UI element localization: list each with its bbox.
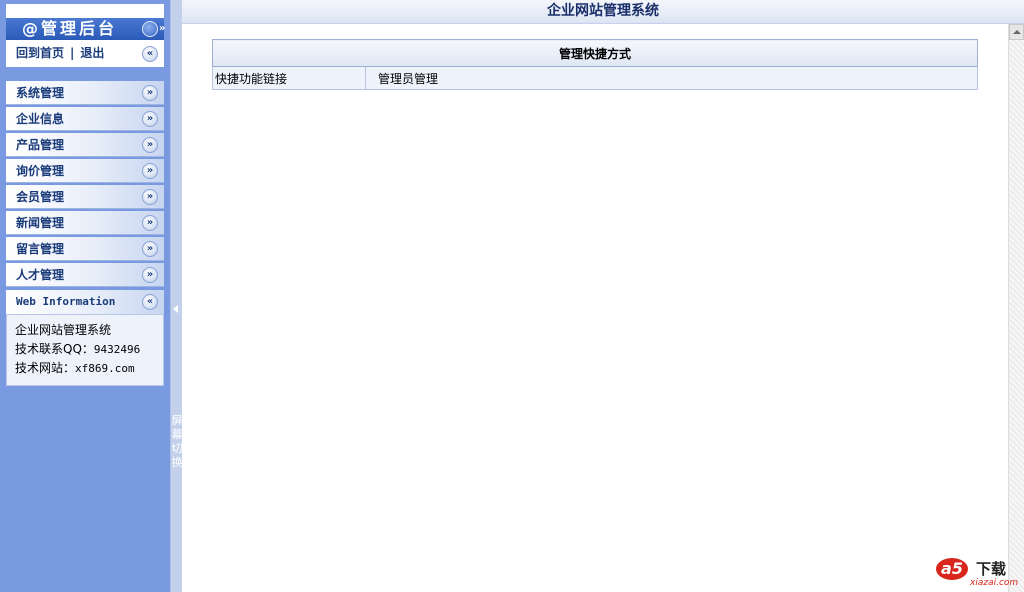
info-qq-label: 技术联系QQ：	[15, 342, 94, 356]
sidebar-item-label: 企业信息	[16, 112, 65, 126]
chevron-double-down-icon[interactable]: »	[142, 162, 158, 179]
sidebar-item-company-info[interactable]: 企业信息 »	[6, 107, 164, 131]
collapse-arrow-icon[interactable]	[173, 305, 178, 313]
collapse-sidebar-icon[interactable]: «	[142, 45, 158, 62]
chevron-double-down-icon[interactable]: »	[142, 110, 158, 127]
sidebar-header: @管理后台 »	[6, 18, 165, 40]
admin-management-link[interactable]: 管理员管理	[365, 66, 978, 90]
info-qq: 技术联系QQ：9432496	[15, 340, 163, 359]
main-content: 管理快捷方式 快捷功能链接 管理员管理	[182, 24, 1008, 592]
scrollbar-track[interactable]	[1009, 40, 1024, 592]
sidebar-item-messages[interactable]: 留言管理 »	[6, 237, 164, 261]
vertical-scrollbar[interactable]	[1008, 24, 1024, 592]
sidebar-item-products[interactable]: 产品管理 »	[6, 133, 164, 157]
chevron-double-down-icon[interactable]: »	[142, 240, 158, 257]
info-website-label: 技术网站：	[15, 361, 76, 375]
sidebar-item-members[interactable]: 会员管理 »	[6, 185, 164, 209]
chevron-double-down-icon[interactable]: »	[142, 84, 158, 101]
chevron-double-down-icon[interactable]: »	[142, 214, 158, 231]
sidebar-item-talent[interactable]: 人才管理 »	[6, 263, 164, 287]
chevron-double-down-icon[interactable]: »	[142, 136, 158, 153]
info-panel-body: 企业网站管理系统 技术联系QQ：9432496 技术网站：xf869.com	[6, 314, 164, 386]
sidebar-top-strip	[6, 4, 164, 18]
watermark-label: 下载	[976, 560, 1007, 578]
sidebar-item-label: 会员管理	[16, 190, 65, 204]
sidebar-item-label: 询价管理	[16, 164, 65, 178]
watermark-site: xiazai.com	[970, 578, 1019, 588]
info-panel-header[interactable]: Web Information «	[6, 290, 164, 314]
table-header-row: 管理快捷方式	[212, 39, 978, 67]
sidebar: @管理后台 » 回到首页 | 退出 « 系统管理 » 企业信息 » 产品管理 » 询…	[0, 0, 170, 592]
chevron-double-down-icon[interactable]: »	[142, 188, 158, 205]
sidebar-item-label: 系统管理	[16, 86, 65, 100]
sidebar-item-label: 产品管理	[16, 138, 65, 152]
sidebar-item-label: 人才管理	[16, 268, 65, 282]
screen-splitter[interactable]: 屏幕切换	[170, 0, 183, 592]
info-system-name: 企业网站管理系统	[15, 323, 112, 337]
sidebar-header-title: @管理后台	[22, 19, 118, 38]
sidebar-item-news[interactable]: 新闻管理 »	[6, 211, 164, 235]
scroll-up-icon[interactable]	[1009, 24, 1024, 40]
info-panel-title: Web Information	[16, 295, 116, 308]
watermark-logo: a5 下载 xiazai.com	[936, 554, 1018, 588]
sidebar-item-system[interactable]: 系统管理 »	[6, 81, 164, 105]
shortcut-table: 管理快捷方式 快捷功能链接 管理员管理	[212, 39, 978, 90]
sidebar-quick-links: 回到首页 | 退出 «	[6, 40, 164, 67]
info-website-value: xf869.com	[75, 362, 135, 375]
link-separator: |	[70, 46, 75, 60]
sidebar-item-inquiries[interactable]: 询价管理 »	[6, 159, 164, 183]
table-row: 快捷功能链接 管理员管理	[212, 66, 978, 90]
home-link[interactable]: 回到首页	[16, 46, 64, 60]
table-cell-label: 快捷功能链接	[212, 66, 366, 90]
info-qq-value: 9432496	[93, 343, 141, 356]
info-website: 技术网站：xf869.com	[15, 359, 163, 378]
logout-link[interactable]: 退出	[80, 46, 104, 60]
chevron-double-left-icon[interactable]: «	[142, 294, 158, 310]
watermark-badge: a5	[936, 558, 968, 580]
chevron-double-down-icon[interactable]: »	[142, 21, 165, 37]
page-title: 企业网站管理系统	[182, 0, 1024, 24]
chevron-double-down-icon[interactable]: »	[142, 266, 158, 283]
sidebar-item-label: 留言管理	[16, 242, 65, 256]
sidebar-item-label: 新闻管理	[16, 216, 65, 230]
table-header: 管理快捷方式	[212, 39, 978, 67]
